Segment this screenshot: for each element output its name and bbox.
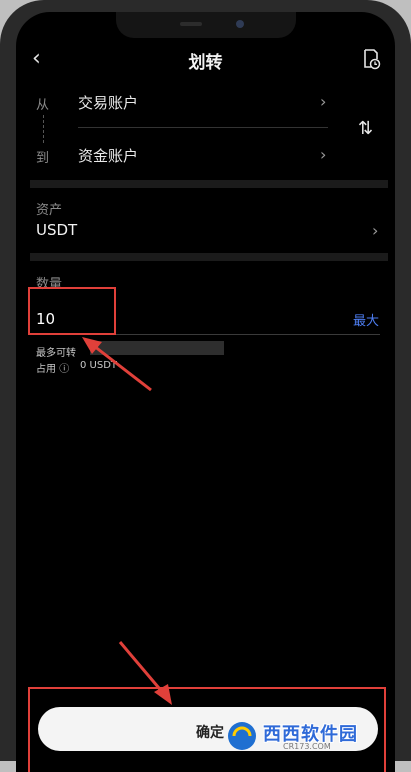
watermark-subtext: CR173.COM xyxy=(283,742,331,751)
arrow-to-quantity xyxy=(82,337,152,392)
annotation-arrows xyxy=(82,337,172,705)
app-screen: ‹ 划转 从 到 交易账户 › 资金账户 › ⇅ 资产 USDT › 数量 10… xyxy=(16,12,395,772)
confirm-button-label: 确定 xyxy=(196,725,224,741)
